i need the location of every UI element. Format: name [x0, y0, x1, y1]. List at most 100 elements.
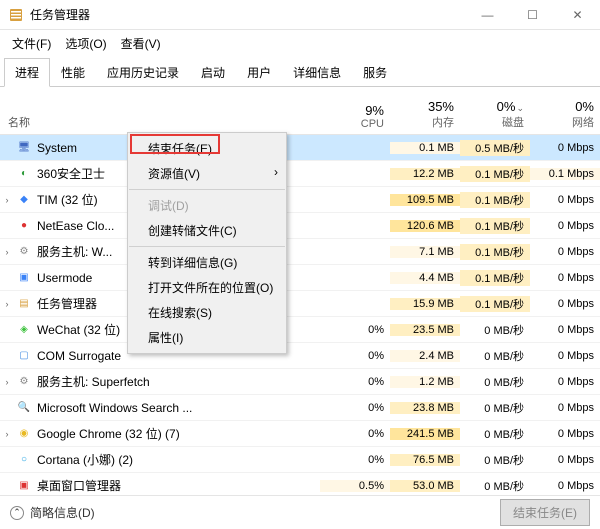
column-network[interactable]: 0%网络 [530, 97, 600, 134]
memory-cell: 7.1 MB [390, 246, 460, 258]
tab-2[interactable]: 应用历史记录 [96, 58, 190, 87]
memory-cell: 2.4 MB [390, 350, 460, 362]
process-icon: ▣ [16, 478, 32, 494]
process-row[interactable]: 🖥 System 0.1 MB0.5 MB/秒0 Mbps [0, 135, 600, 161]
maximize-button[interactable]: ☐ [510, 0, 555, 30]
process-name: Usermode [37, 271, 92, 285]
network-cell: 0 Mbps [530, 324, 600, 336]
process-row[interactable]: 🔍Microsoft Windows Search ...0%23.8 MB0 … [0, 395, 600, 421]
memory-cell: 12.2 MB [390, 168, 460, 180]
disk-cell: 0.5 MB/秒 [460, 140, 530, 156]
memory-cell: 120.6 MB [390, 220, 460, 232]
expand-icon[interactable]: › [0, 195, 14, 205]
memory-cell: 4.4 MB [390, 272, 460, 284]
disk-cell: 0.1 MB/秒 [460, 166, 530, 182]
network-cell: 0 Mbps [530, 480, 600, 492]
network-cell: 0 Mbps [530, 272, 600, 284]
column-disk[interactable]: 0%磁盘 [460, 97, 530, 134]
close-button[interactable]: ✕ [555, 0, 600, 30]
cpu-cell: 0% [320, 324, 390, 336]
tab-6[interactable]: 服务 [352, 58, 398, 87]
process-row[interactable]: ▣Usermode4.4 MB0.1 MB/秒0 Mbps [0, 265, 600, 291]
process-row[interactable]: ›⚙ 服务主机: W... 7.1 MB0.1 MB/秒0 Mbps [0, 239, 600, 265]
context-menu-item[interactable]: 属性(I) [128, 325, 286, 350]
process-icon: ⚙ [16, 244, 32, 260]
expand-icon[interactable]: › [0, 377, 14, 387]
memory-cell: 23.8 MB [390, 402, 460, 414]
process-row[interactable]: ›▤任务管理器15.9 MB0.1 MB/秒0 Mbps [0, 291, 600, 317]
network-cell: 0 Mbps [530, 298, 600, 310]
process-name: System [37, 141, 77, 155]
memory-cell: 76.5 MB [390, 454, 460, 466]
process-row[interactable]: ◈WeChat (32 位)0%23.5 MB0 MB/秒0 Mbps [0, 317, 600, 343]
process-icon: ○ [16, 452, 32, 468]
process-icon: ◆ [16, 192, 32, 208]
process-icon: 🔍 [16, 400, 32, 416]
disk-cell: 0 MB/秒 [460, 426, 530, 442]
process-name: NetEase Clo... [37, 219, 114, 233]
cpu-cell: 0.5% [320, 480, 390, 492]
menu-view[interactable]: 查看(V) [115, 32, 167, 55]
memory-cell: 23.5 MB [390, 324, 460, 336]
process-name: TIM (32 位) [37, 191, 98, 208]
process-name: Microsoft Windows Search ... [37, 401, 192, 415]
tab-5[interactable]: 详细信息 [282, 58, 352, 87]
tab-0[interactable]: 进程 [4, 58, 50, 87]
process-icon: 🖥 [16, 140, 32, 156]
process-row[interactable]: ›⚙服务主机: Superfetch0%1.2 MB0 MB/秒0 Mbps [0, 369, 600, 395]
process-row[interactable]: ›◉Google Chrome (32 位) (7)0%241.5 MB0 MB… [0, 421, 600, 447]
process-name: 桌面窗口管理器 [37, 477, 121, 494]
process-row[interactable]: ▢COM Surrogate0%2.4 MB0 MB/秒0 Mbps [0, 343, 600, 369]
process-name: COM Surrogate [37, 349, 121, 363]
network-cell: 0 Mbps [530, 142, 600, 154]
tab-1[interactable]: 性能 [50, 58, 96, 87]
process-name: 服务主机: W... [37, 243, 112, 260]
context-menu-item: 调试(D) [128, 193, 286, 218]
context-menu-item[interactable]: 打开文件所在的位置(O) [128, 275, 286, 300]
network-cell: 0 Mbps [530, 246, 600, 258]
tab-4[interactable]: 用户 [236, 58, 282, 87]
end-task-button[interactable]: 结束任务(E) [500, 499, 590, 526]
fewer-details-link[interactable]: ⌃ 简略信息(D) [10, 504, 500, 521]
network-cell: 0 Mbps [530, 402, 600, 414]
process-icon: ▢ [16, 348, 32, 364]
network-cell: 0 Mbps [530, 454, 600, 466]
disk-cell: 0 MB/秒 [460, 478, 530, 494]
disk-cell: 0 MB/秒 [460, 348, 530, 364]
network-cell: 0 Mbps [530, 220, 600, 232]
process-name: Google Chrome (32 位) (7) [37, 425, 180, 442]
context-menu-item[interactable]: 转到详细信息(G) [128, 250, 286, 275]
process-row[interactable]: ●NetEase Clo...120.6 MB0.1 MB/秒0 Mbps [0, 213, 600, 239]
context-menu-item[interactable]: 在线搜索(S) [128, 300, 286, 325]
column-name[interactable]: 名称 [0, 110, 320, 134]
minimize-button[interactable]: — [465, 0, 510, 30]
process-row[interactable]: ○Cortana (小娜) (2)0%76.5 MB0 MB/秒0 Mbps [0, 447, 600, 473]
disk-cell: 0.1 MB/秒 [460, 296, 530, 312]
process-name: Cortana (小娜) (2) [37, 451, 133, 468]
process-name: 360安全卫士 [37, 165, 105, 182]
column-cpu[interactable]: 9%CPU [320, 101, 390, 134]
process-row[interactable]: ◐360安全卫士12.2 MB0.1 MB/秒0.1 Mbps [0, 161, 600, 187]
cpu-cell: 0% [320, 454, 390, 466]
process-icon: ▤ [16, 296, 32, 312]
memory-cell: 0.1 MB [390, 142, 460, 154]
expand-icon[interactable]: › [0, 429, 14, 439]
disk-cell: 0.1 MB/秒 [460, 244, 530, 260]
tab-3[interactable]: 启动 [190, 58, 236, 87]
context-menu-item[interactable]: 创建转储文件(C) [128, 218, 286, 243]
context-menu-item[interactable]: 结束任务(E) [128, 136, 286, 161]
disk-cell: 0 MB/秒 [460, 400, 530, 416]
cpu-cell: 0% [320, 376, 390, 388]
context-menu-item[interactable]: 资源值(V) [128, 161, 286, 186]
expand-icon[interactable]: › [0, 299, 14, 309]
menu-options[interactable]: 选项(O) [59, 32, 112, 55]
disk-cell: 0 MB/秒 [460, 322, 530, 338]
expand-icon[interactable]: › [0, 247, 14, 257]
process-row[interactable]: ›◆TIM (32 位)109.5 MB0.1 MB/秒0 Mbps [0, 187, 600, 213]
menu-file[interactable]: 文件(F) [6, 32, 57, 55]
memory-cell: 53.0 MB [390, 480, 460, 492]
network-cell: 0 Mbps [530, 376, 600, 388]
disk-cell: 0.1 MB/秒 [460, 218, 530, 234]
process-icon: ⚙ [16, 374, 32, 390]
column-memory[interactable]: 35%内存 [390, 97, 460, 134]
